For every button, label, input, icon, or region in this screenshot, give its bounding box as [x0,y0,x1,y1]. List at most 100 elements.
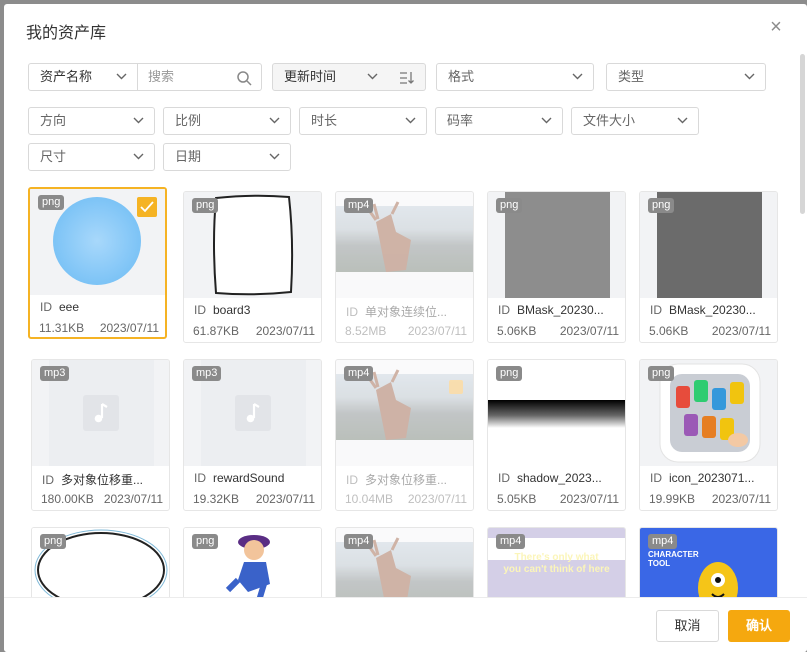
cancel-button[interactable]: 取消 [656,610,719,642]
chevron-down-icon [269,153,280,160]
chevron-down-icon [677,117,688,124]
asset-meta: 19.32KB 2023/07/11 [193,492,315,506]
chevron-down-icon [269,117,280,124]
video-caption: There's only what you can't think of her… [503,552,610,575]
sort-order-button[interactable] [388,63,426,91]
asset-name: ID BMask_20230... [650,303,756,317]
chevron-down-icon [541,117,552,124]
bitrate-select[interactable]: 码率 [435,107,563,135]
file-type-badge: mp3 [192,366,222,381]
format-label: 格式 [448,69,475,84]
file-type-badge: png [38,195,65,210]
yellow-character [698,562,738,597]
direction-select[interactable]: 方向 [28,107,155,135]
asset-meta: 5.05KB 2023/07/11 [497,492,619,506]
asset-card[interactable]: There's only what you can't think of her… [487,527,626,597]
asset-card[interactable]: mp3 ID 多对象位移重... 180.00KB 2023/07/11 [31,359,170,511]
asset-meta: 61.87KB 2023/07/11 [193,324,315,338]
asset-meta: 180.00KB 2023/07/11 [41,492,163,506]
asset-name: ID 多对象位移重... [42,473,144,487]
date-label: 日期 [175,149,202,164]
chevron-down-icon [133,117,144,124]
search-icon[interactable] [236,70,252,86]
file-size-select[interactable]: 文件大小 [571,107,699,135]
close-icon[interactable]: × [767,17,785,37]
file-type-badge: png [648,366,675,381]
asset-meta: 5.06KB 2023/07/11 [497,324,619,338]
dialog-title: 我的资产库 [26,25,107,42]
file-type-badge: png [192,198,219,213]
asset-meta: 10.04MB 2023/07/11 [345,492,467,506]
asset-name: ID eee [40,300,80,314]
asset-meta: 19.99KB 2023/07/11 [649,492,771,506]
asset-name-select[interactable]: 资产名称 [28,63,138,91]
selected-check-icon[interactable] [137,197,157,217]
asset-card[interactable]: png ID eee 11.31KB 2023/07/11 [28,187,167,339]
asset-card[interactable]: png ID BMask_20230... 5.06KB 2023/07/11 [487,191,626,343]
asset-card[interactable]: png ID board3 61.87KB 2023/07/11 [183,191,322,343]
music-note-icon [83,395,119,431]
asset-name: ID BMask_20230... [498,303,604,317]
file-type-badge: mp3 [40,366,70,381]
asset-card[interactable]: png ID shadow_2023... 5.05KB 2023/07/11 [487,359,626,511]
dimension-label: 尺寸 [40,149,67,164]
chevron-down-icon [572,73,583,80]
asset-card[interactable]: png ID icon_2023071... 19.99KB 2023/07/11 [639,359,778,511]
asset-name: ID board3 [194,303,251,317]
chevron-down-icon [367,73,378,80]
asset-grid: png ID eee 11.31KB 2023/07/11 png ID board3… [28,187,788,597]
file-type-badge: png [648,198,675,213]
dimension-select[interactable]: 尺寸 [28,143,155,171]
search-placeholder: 搜索 [148,69,175,84]
file-type-badge: mp4 [344,366,374,381]
chevron-down-icon [405,117,416,124]
sort-field-select[interactable]: 更新时间 [272,63,389,91]
file-type-badge: mp4 [496,534,526,549]
sort-field-label: 更新时间 [284,69,337,84]
scrollbar[interactable] [800,54,805,214]
asset-library-dialog: 我的资产库 × 资产名称 搜索 更新时间 格式 类型 方向 比例 时长 码率 文… [4,4,807,652]
ratio-label: 比例 [175,113,202,128]
chevron-down-icon [133,153,144,160]
type-select[interactable]: 类型 [606,63,766,91]
asset-card[interactable]: mp4 [335,527,474,597]
file-type-badge: png [40,534,67,549]
chevron-down-icon [744,73,755,80]
file-type-badge: png [496,198,523,213]
duration-label: 时长 [311,113,338,128]
asset-card[interactable]: CHARACTER TOOL mp4 [639,527,778,597]
file-type-badge: png [192,534,219,549]
asset-card[interactable]: mp3 ID rewardSound 19.32KB 2023/07/11 [183,359,322,511]
dialog-footer: 取消 确认 [4,597,807,652]
asset-name: ID shadow_2023... [498,471,602,485]
asset-card[interactable]: png [31,527,170,597]
file-size-label: 文件大小 [583,113,636,128]
asset-name: ID rewardSound [194,471,285,485]
bitrate-label: 码率 [447,113,474,128]
shadow-image [488,400,625,428]
duration-select[interactable]: 时长 [299,107,427,135]
asset-name: ID 多对象位移重... [346,473,448,487]
asset-meta: 5.06KB 2023/07/11 [649,324,771,338]
asset-card[interactable]: mp4 ID 单对象连续位... 8.52MB 2023/07/11 [335,191,474,343]
file-type-badge: mp4 [648,534,678,549]
file-type-badge: mp4 [344,198,374,213]
asset-card[interactable]: png [183,527,322,597]
asset-card[interactable]: png ID BMask_20230... 5.06KB 2023/07/11 [639,191,778,343]
ratio-select[interactable]: 比例 [163,107,291,135]
asset-meta: 11.31KB 2023/07/11 [39,321,159,335]
date-select[interactable]: 日期 [163,143,291,171]
asset-card[interactable]: mp4 ID 多对象位移重... 10.04MB 2023/07/11 [335,359,474,511]
file-type-badge: png [496,366,523,381]
confirm-button[interactable]: 确认 [728,610,790,642]
search-input[interactable]: 搜索 [137,63,262,91]
asset-meta: 8.52MB 2023/07/11 [345,324,467,338]
sort-icon [400,72,414,84]
direction-label: 方向 [40,113,67,128]
chevron-down-icon [116,73,127,80]
asset-name: ID 单对象连续位... [346,305,448,319]
file-type-badge: mp4 [344,534,374,549]
asset-name-label: 资产名称 [40,69,93,84]
format-select[interactable]: 格式 [436,63,594,91]
type-label: 类型 [618,69,645,84]
